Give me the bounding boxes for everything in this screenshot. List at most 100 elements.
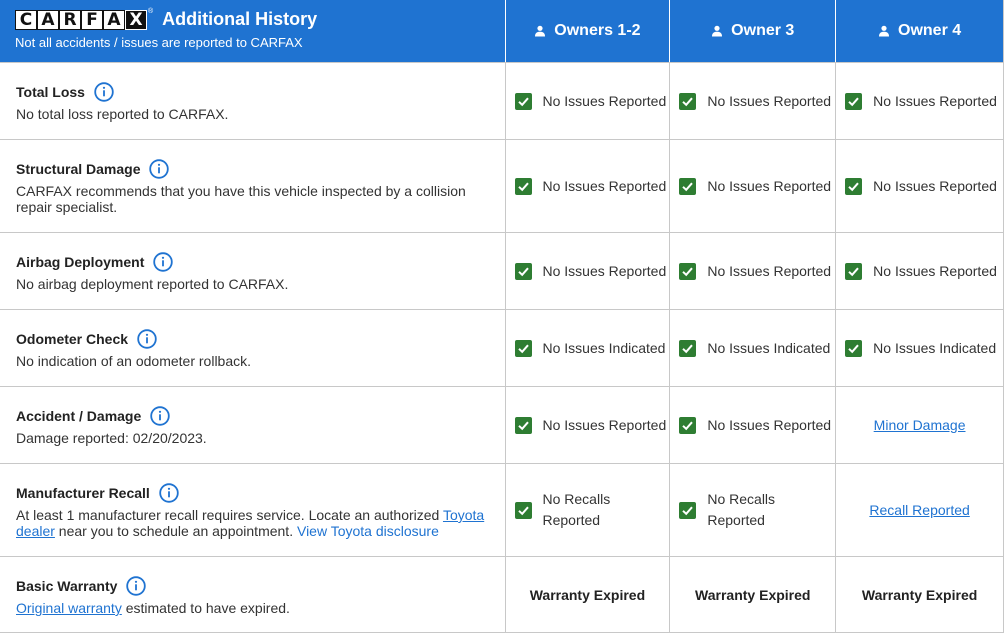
column-header-label: Owners 1-2 <box>554 22 641 39</box>
row-description: At least 1 manufacturer recall requires … <box>16 507 487 539</box>
row-label-cell: Structural Damage CARFAX recommends that… <box>0 140 506 232</box>
row-description: No total loss reported to CARFAX. <box>16 106 229 122</box>
status-text: No Recalls Reported <box>707 491 776 528</box>
status-text: No Issues Reported <box>542 178 667 194</box>
status-text: Warranty Expired <box>529 586 646 603</box>
status-cell: No Recalls Reported <box>506 464 671 556</box>
checkbox-checked-icon <box>679 501 697 519</box>
description-text: At least 1 manufacturer recall requires … <box>16 507 443 523</box>
column-header-owner-3: Owner 3 <box>670 0 837 62</box>
logo-letter: X <box>125 10 147 30</box>
status-text: No Issues Reported <box>542 93 667 109</box>
status-cell: Warranty Expired <box>670 557 837 632</box>
status-text: No Issues Reported <box>707 263 832 279</box>
info-circle-icon[interactable] <box>149 159 170 179</box>
header-title-block: C A R F A X ® Additional History Not all… <box>0 0 506 62</box>
checkbox-checked-icon <box>845 262 863 280</box>
person-icon <box>712 25 723 37</box>
column-header-owner-4: Owner 4 <box>836 0 1003 62</box>
status-cell: No Issues Reported <box>506 387 671 463</box>
row-title: Structural Damage <box>16 161 141 177</box>
status-text: No Issues Reported <box>542 417 667 433</box>
status-cell: No Issues Indicated <box>506 310 671 386</box>
status-cell: No Recalls Reported <box>670 464 837 556</box>
status-cell: No Issues Reported <box>506 140 671 232</box>
checkbox-checked-icon <box>514 416 532 434</box>
status-cell: No Issues Reported <box>670 233 837 309</box>
row-title: Manufacturer Recall <box>16 485 150 501</box>
table-row-total-loss: Total Loss No total loss reported to CAR… <box>0 62 1003 139</box>
info-circle-icon[interactable] <box>150 406 170 426</box>
info-circle-icon[interactable] <box>94 82 114 102</box>
status-text: No Issues Reported <box>873 263 997 279</box>
status-cell: No Issues Indicated <box>670 310 837 386</box>
description-text: estimated to have expired. <box>121 600 290 616</box>
row-title: Accident / Damage <box>16 408 142 424</box>
description-text: near you to schedule an appointment. <box>54 523 297 539</box>
checkbox-checked-icon <box>514 92 532 110</box>
minor-damage-link[interactable]: Minor Damage <box>874 417 966 433</box>
person-icon <box>535 25 546 37</box>
checkbox-checked-icon <box>679 177 697 195</box>
row-label-cell: Manufacturer Recall At least 1 manufactu… <box>0 464 506 556</box>
info-circle-icon[interactable] <box>153 252 174 272</box>
checkbox-checked-icon <box>514 501 532 519</box>
status-text: No Issues Reported <box>707 178 832 194</box>
recall-reported-link[interactable]: Recall Reported <box>869 502 969 518</box>
checkbox-checked-icon <box>845 339 863 357</box>
checkbox-checked-icon <box>679 339 697 357</box>
column-header-label: Owner 4 <box>898 22 962 39</box>
column-header-owners-1-2: Owners 1-2 <box>506 0 671 62</box>
logo-letter: A <box>37 10 59 30</box>
checkbox-checked-icon <box>845 92 863 110</box>
row-label-cell: Airbag Deployment No airbag deployment r… <box>0 233 506 309</box>
status-text: No Issues Reported <box>707 417 832 433</box>
info-circle-icon[interactable] <box>159 483 179 503</box>
status-cell: Minor Damage <box>836 387 1003 463</box>
person-icon <box>879 25 889 37</box>
row-description: Damage reported: 02/20/2023. <box>16 430 207 446</box>
checkbox-checked-icon <box>679 262 697 280</box>
status-cell: No Issues Indicated <box>836 310 1003 386</box>
row-title: Odometer Check <box>16 331 129 347</box>
logo-letter: A <box>103 10 125 30</box>
table-row-airbag-deployment: Airbag Deployment No airbag deployment r… <box>0 232 1003 309</box>
checkbox-checked-icon <box>845 177 863 195</box>
row-label-cell: Basic Warranty Original warranty estimat… <box>0 557 506 632</box>
checkbox-checked-icon <box>514 339 532 357</box>
status-text: No Issues Reported <box>873 93 997 109</box>
table-row-structural-damage: Structural Damage CARFAX recommends that… <box>0 139 1003 232</box>
status-text: No Issues Reported <box>873 178 997 194</box>
info-circle-icon[interactable] <box>126 576 147 596</box>
row-title: Total Loss <box>16 84 85 100</box>
status-text: No Issues Indicated <box>707 340 831 356</box>
info-circle-icon[interactable] <box>137 329 157 349</box>
view-toyota-disclosure-link[interactable]: View Toyota disclosure <box>297 523 439 539</box>
carfax-logo: C A R F A X ® <box>15 8 153 30</box>
status-text: No Issues Indicated <box>542 340 666 356</box>
table-row-odometer-check: Odometer Check No indication of an odome… <box>0 309 1003 386</box>
row-title: Basic Warranty <box>16 578 118 594</box>
checkbox-checked-icon <box>679 416 697 434</box>
status-cell: No Issues Reported <box>506 63 671 139</box>
row-description: No airbag deployment reported to CARFAX. <box>16 276 289 292</box>
status-cell: No Issues Reported <box>836 63 1003 139</box>
status-cell: No Issues Reported <box>836 140 1003 232</box>
status-cell: Warranty Expired <box>506 557 671 632</box>
logo-letter: C <box>15 10 37 30</box>
original-warranty-link[interactable]: Original warranty <box>16 600 122 616</box>
row-description: CARFAX recommends that you have this veh… <box>16 183 466 215</box>
row-description: Original warranty estimated to have expi… <box>16 600 487 616</box>
table-row-accident-damage: Accident / Damage Damage reported: 02/20… <box>0 386 1003 463</box>
row-label-cell: Odometer Check No indication of an odome… <box>0 310 506 386</box>
logo-trademark: ® <box>148 8 154 15</box>
row-label-cell: Accident / Damage Damage reported: 02/20… <box>0 387 506 463</box>
status-cell: No Issues Reported <box>670 387 837 463</box>
status-text: No Recalls Reported <box>542 491 611 528</box>
row-title: Airbag Deployment <box>16 254 145 270</box>
logo-letter: F <box>81 10 103 30</box>
page-subtitle: Not all accidents / issues are reported … <box>15 35 303 50</box>
status-text: No Issues Reported <box>707 93 832 109</box>
table-row-basic-warranty: Basic Warranty Original warranty estimat… <box>0 556 1003 632</box>
status-cell: Recall Reported <box>836 464 1003 556</box>
